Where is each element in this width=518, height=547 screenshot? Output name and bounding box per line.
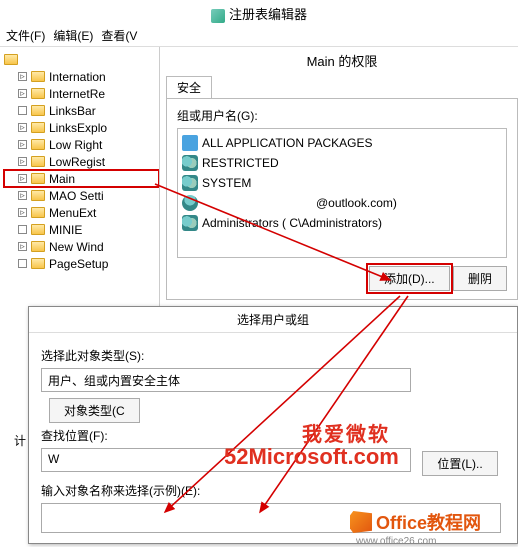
tree-item[interactable]: PageSetup [4, 255, 159, 272]
object-type-label: 选择此对象类型(S): [41, 347, 505, 364]
tree-item[interactable]: MINIE [4, 221, 159, 238]
add-button[interactable]: 添加(D)... [369, 266, 450, 291]
tab-security[interactable]: 安全 [166, 76, 212, 98]
expander-icon[interactable]: ▹ [18, 123, 27, 132]
expander-icon[interactable]: ▹ [18, 157, 27, 166]
registry-tree[interactable]: ▹Internation ▹InternetRe LinksBar ▹Links… [0, 47, 160, 307]
remove-button[interactable]: 删阴 [453, 266, 507, 291]
tree-item[interactable]: ▹New Wind [4, 238, 159, 255]
folder-icon [31, 88, 45, 99]
folder-icon [31, 139, 45, 150]
menu-view[interactable]: 查看(V [101, 27, 137, 44]
regedit-window: 注册表编辑器 文件(F) 编辑(E) 查看(V ▹Internation ▹In… [0, 0, 518, 307]
expander-icon[interactable]: ▹ [18, 191, 27, 200]
menubar: 文件(F) 编辑(E) 查看(V [0, 25, 518, 47]
menu-edit[interactable]: 编辑(E) [53, 27, 93, 44]
footer-logo: Office教程网 [350, 509, 481, 535]
office-icon [350, 511, 372, 533]
tree-item[interactable]: ▹Low Right [4, 136, 159, 153]
folder-icon [31, 173, 45, 184]
tree-item[interactable]: ▹LinksExplo [4, 119, 159, 136]
tree-item[interactable]: ▹MenuExt [4, 204, 159, 221]
location-label: 查找位置(F): [41, 427, 505, 444]
group-label: 组或用户名(G): [177, 107, 507, 124]
tree-item[interactable]: ▹MAO Setti [4, 187, 159, 204]
expander-icon[interactable] [18, 106, 27, 115]
object-types-button[interactable]: 对象类型(C [49, 398, 140, 423]
footer-text: Office教程网 [376, 509, 481, 535]
folder-icon [31, 258, 45, 269]
regedit-title: 注册表编辑器 [229, 7, 307, 22]
folder-icon [31, 105, 45, 116]
user-icon [182, 195, 198, 211]
group-icon [182, 175, 198, 191]
expander-icon[interactable]: ▹ [18, 89, 27, 98]
package-icon [182, 135, 198, 151]
folder-icon [31, 156, 45, 167]
tree-item[interactable]: ▹LowRegist [4, 153, 159, 170]
tree-item[interactable]: ▹Internation [4, 68, 159, 85]
expander-icon[interactable] [18, 225, 27, 234]
list-item[interactable]: ALL APPLICATION PACKAGES [182, 133, 502, 153]
folder-icon [31, 190, 45, 201]
folder-icon [31, 241, 45, 252]
regedit-icon [211, 9, 225, 23]
expander-icon[interactable]: ▹ [18, 174, 27, 183]
sidebar-text: 计 [14, 432, 26, 449]
object-type-field[interactable]: 用户、组或内置安全主体 [41, 368, 411, 392]
locations-button[interactable]: 位置(L).. [422, 451, 497, 476]
permissions-panel: Main 的权限 安全 组或用户名(G): ALL APPLICATION PA… [160, 47, 518, 307]
group-icon [182, 215, 198, 231]
expander-icon[interactable]: ▹ [18, 140, 27, 149]
list-item[interactable]: RESTRICTED [182, 153, 502, 173]
folder-icon [31, 71, 45, 82]
watermark-text: 我爱微软 [302, 418, 390, 447]
folder-icon [4, 54, 18, 65]
list-item[interactable]: SYSTEM [182, 173, 502, 193]
expander-icon[interactable]: ▹ [18, 208, 27, 217]
tree-folder-root[interactable] [4, 51, 159, 68]
group-icon [182, 155, 198, 171]
expander-icon[interactable]: ▹ [18, 242, 27, 251]
watermark-url: 52Microsoft.com [224, 444, 399, 470]
footer-url: www.office26.com [356, 536, 436, 547]
folder-icon [31, 122, 45, 133]
tree-item[interactable]: ▹InternetRe [4, 85, 159, 102]
object-name-label: 输入对象名称来选择(示例)(E): [41, 482, 505, 499]
folder-icon [31, 224, 45, 235]
expander-icon[interactable] [18, 259, 27, 268]
menu-file[interactable]: 文件(F) [6, 27, 45, 44]
tree-item[interactable]: LinksBar [4, 102, 159, 119]
tree-item-main[interactable]: ▹Main [4, 170, 159, 187]
permissions-title: Main 的权限 [166, 47, 518, 76]
expander-icon[interactable]: ▹ [18, 72, 27, 81]
dialog-title: 选择用户或组 [29, 307, 517, 333]
list-item[interactable]: Administrators ( C\Administrators) [182, 213, 502, 233]
list-item[interactable]: @outlook.com) [182, 193, 502, 213]
principals-list[interactable]: ALL APPLICATION PACKAGES RESTRICTED SYST… [177, 128, 507, 258]
folder-icon [31, 207, 45, 218]
